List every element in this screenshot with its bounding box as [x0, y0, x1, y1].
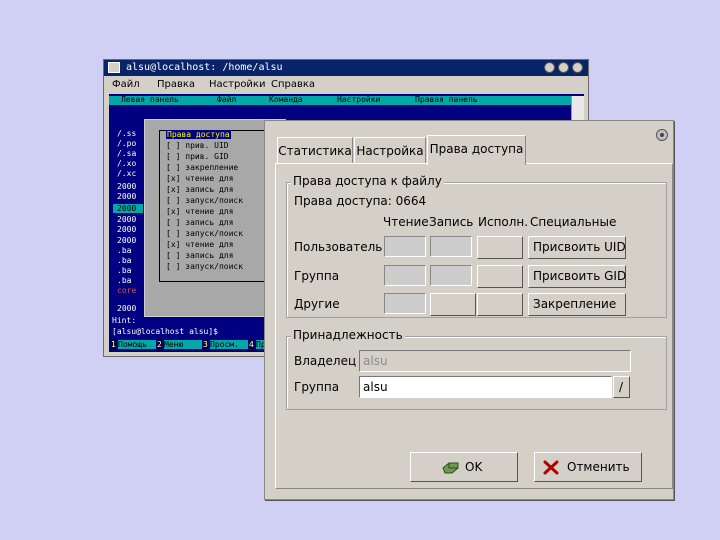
mc-menu-command[interactable]: Команда [269, 95, 303, 104]
menu-settings[interactable]: Настройки [209, 79, 265, 90]
set-uid-button[interactable]: Присвоить UID [528, 236, 626, 259]
properties-dialog: Статистика Настройка Права доступа Права… [264, 120, 674, 500]
terminal-title: alsu@localhost: /home/alsu [126, 62, 283, 73]
sticky-button[interactable]: Закрепление [528, 293, 626, 316]
fkey-menu[interactable]: Меню [164, 340, 202, 349]
mc-perm-item[interactable]: [ ] закрепление [166, 163, 238, 172]
mc-perm-item[interactable]: [x] запись для [166, 185, 233, 194]
list-item[interactable]: 2000 [117, 204, 136, 213]
list-item[interactable]: 2000 [117, 304, 136, 313]
mc-perm-item[interactable]: [ ] запуск/поиск [166, 196, 243, 205]
close-icon[interactable] [572, 62, 583, 73]
menu-help[interactable]: Справка [271, 79, 315, 90]
list-item[interactable]: core [117, 286, 136, 295]
list-item[interactable]: 2000 [117, 225, 136, 234]
close-icon[interactable] [656, 129, 668, 141]
list-item[interactable]: /.хо [117, 159, 136, 168]
permissions-group-title: Права доступа к файлу [291, 174, 444, 188]
mc-perm-item[interactable]: [ ] запуск/поиск [166, 262, 243, 271]
minimize-icon[interactable] [544, 62, 555, 73]
group-write-toggle[interactable] [430, 265, 472, 286]
list-item[interactable]: 2000 [117, 192, 136, 201]
cancel-label: Отменить [567, 460, 630, 474]
owner-field: alsu [359, 350, 631, 372]
mc-menu-settings[interactable]: Настройки [337, 95, 380, 104]
terminal-titlebar[interactable]: alsu@localhost: /home/alsu [104, 60, 588, 76]
mc-menu-left[interactable]: Левая панель [121, 95, 179, 104]
list-item[interactable]: .ba [117, 256, 131, 265]
fkey-number: 1 [111, 340, 116, 349]
fkey-help[interactable]: Помощь [118, 340, 156, 349]
column-special: Специальные [530, 215, 617, 229]
maximize-icon[interactable] [558, 62, 569, 73]
ok-icon [442, 462, 459, 474]
list-item[interactable]: 2000 [117, 215, 136, 224]
row-label-group: Группа [294, 269, 340, 283]
menu-file[interactable]: Файл [112, 79, 140, 90]
list-item[interactable]: 2000 [117, 182, 136, 191]
permissions-mode: Права доступа: 0664 [294, 194, 427, 208]
row-label-user: Пользователь [294, 240, 383, 254]
column-read: Чтение [383, 215, 429, 229]
others-execute-toggle[interactable] [477, 293, 523, 316]
column-write: Запись [429, 215, 474, 229]
others-write-toggle[interactable] [430, 293, 476, 316]
ownership-group-title: Принадлежность [291, 328, 405, 342]
mc-perm-item[interactable]: [x] чтение для [166, 240, 233, 249]
mc-menubar: Левая панель Файл Команда Настройки Прав… [109, 95, 584, 105]
mc-perm-item[interactable]: [x] чтение для [166, 174, 233, 183]
user-write-toggle[interactable] [430, 236, 472, 257]
mc-perm-item[interactable]: [ ] запись для [166, 251, 233, 260]
fkey-number: 3 [203, 340, 208, 349]
row-label-others: Другие [294, 297, 340, 311]
ok-label: OK [465, 460, 483, 474]
mc-menu-right[interactable]: Правая панель [415, 95, 478, 104]
list-item[interactable]: 2000 [117, 236, 136, 245]
terminal-app-icon [108, 62, 120, 73]
mc-perm-item[interactable]: [ ] прив. UID [166, 141, 229, 150]
mc-permissions-title: Права доступа [166, 130, 231, 139]
ok-button[interactable]: OK [410, 452, 518, 482]
tab-permissions[interactable]: Права доступа [427, 135, 526, 165]
tab-statistics[interactable]: Статистика [277, 137, 353, 163]
mc-permissions-frame: Права доступа [ ] прив. UID [ ] прив. GI… [159, 130, 281, 282]
mc-menu-file[interactable]: Файл [217, 95, 236, 104]
list-item[interactable]: /.ss [117, 129, 136, 138]
column-execute: Исполн. [478, 215, 529, 229]
list-item[interactable]: .ba [117, 266, 131, 275]
group-field[interactable]: alsu [359, 376, 612, 398]
user-execute-toggle[interactable] [477, 236, 523, 259]
list-item[interactable]: /.ро [117, 139, 136, 148]
owner-label: Владелец [294, 354, 357, 368]
menu-edit[interactable]: Правка [157, 79, 195, 90]
group-browse-button[interactable]: / [613, 376, 630, 398]
group-execute-toggle[interactable] [477, 265, 523, 288]
list-item[interactable]: .ba [117, 246, 131, 255]
cancel-x-icon [543, 460, 559, 475]
fkey-view[interactable]: Просм. [210, 340, 248, 349]
others-read-toggle[interactable] [384, 293, 426, 314]
fkey-number: 2 [157, 340, 162, 349]
mc-perm-item[interactable]: [ ] прив. GID [166, 152, 229, 161]
fkey-number: 4 [249, 340, 254, 349]
cancel-button[interactable]: Отменить [534, 452, 642, 482]
mc-perm-item[interactable]: [ ] запись для [166, 218, 233, 227]
user-read-toggle[interactable] [384, 236, 426, 257]
group-label: Группа [294, 380, 340, 394]
list-item[interactable]: /.sa [117, 149, 136, 158]
mc-perm-item[interactable]: [ ] запуск/поиск [166, 229, 243, 238]
mc-hint: Hint: [112, 316, 137, 325]
ownership-group: Принадлежность [286, 328, 667, 410]
group-read-toggle[interactable] [384, 265, 426, 286]
mc-perm-item[interactable]: [x] чтение для [166, 207, 233, 216]
terminal-menubar: Файл Правка Настройки Справка [104, 76, 588, 94]
set-gid-button[interactable]: Присвоить GID [528, 265, 626, 288]
list-item[interactable]: .ba [117, 276, 131, 285]
list-item[interactable]: /.хс [117, 169, 136, 178]
mc-prompt[interactable]: [alsu@localhost alsu]$ [112, 327, 218, 336]
tab-settings[interactable]: Настройка [354, 137, 426, 163]
